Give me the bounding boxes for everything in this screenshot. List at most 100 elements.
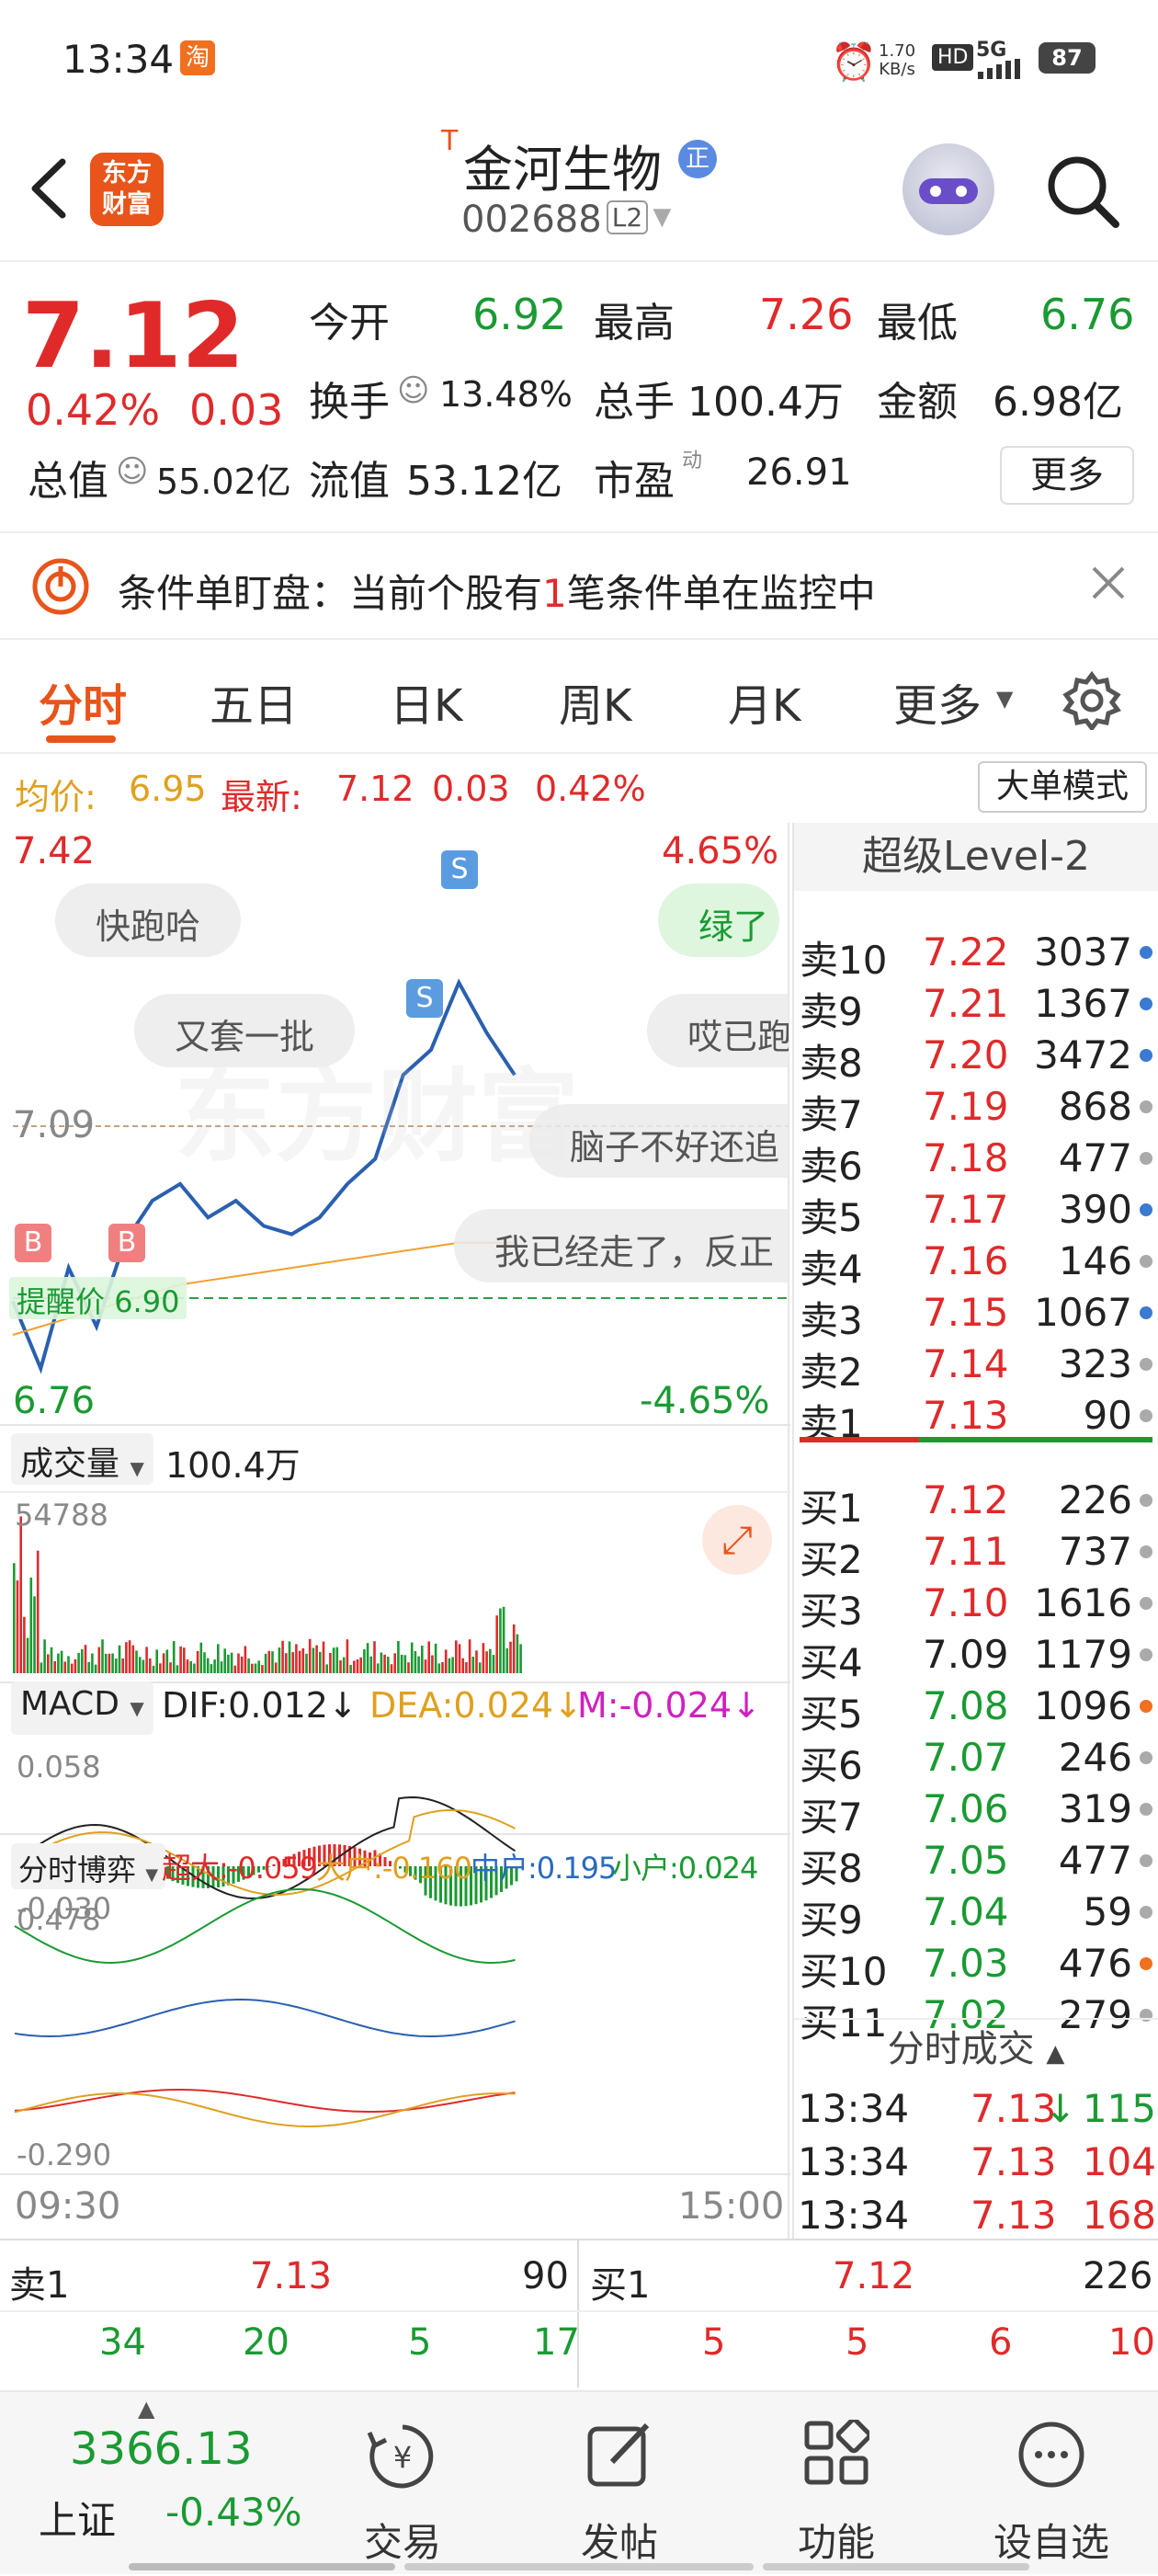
comment-bubble[interactable]: 我已经走了，反正 bbox=[454, 1209, 789, 1282]
search-icon[interactable] bbox=[1044, 153, 1121, 234]
bid1-label: 买1 bbox=[590, 2255, 650, 2308]
bid-row[interactable]: 买87.05477 bbox=[794, 1834, 1158, 1886]
bid-row[interactable]: 买17.12226 bbox=[794, 1474, 1158, 1525]
more-quote-button[interactable]: 更多 bbox=[1000, 446, 1134, 505]
tick-trades-header[interactable]: 分时成交 ▲ bbox=[794, 2018, 1158, 2077]
volume-bar bbox=[74, 1659, 77, 1673]
big-order-mode-button[interactable]: 大单模式 bbox=[978, 761, 1147, 813]
more-circle-icon bbox=[1016, 2420, 1086, 2493]
ask-row[interactable]: 卖67.18477 bbox=[794, 1132, 1158, 1183]
close-icon[interactable] bbox=[1090, 564, 1127, 605]
volume-bar bbox=[142, 1660, 145, 1674]
bid-row[interactable]: 买37.101616 bbox=[794, 1577, 1158, 1628]
gear-icon[interactable] bbox=[1062, 671, 1121, 734]
ask1-volume: 90 bbox=[522, 2255, 569, 2297]
volume-bar bbox=[309, 1639, 312, 1673]
comment-bubble[interactable]: 又套一批 bbox=[134, 994, 355, 1067]
remind-price-tag[interactable]: 提醒价 6.90 bbox=[9, 1277, 187, 1319]
bid-row[interactable]: 买97.0459 bbox=[794, 1886, 1158, 1937]
order-price: 7.20 bbox=[923, 1032, 1009, 1077]
buy-marker[interactable]: B bbox=[108, 1224, 145, 1262]
intraday-chart-area[interactable]: 7.42 7.09 6.76 4.65% -4.65% 东方财富 提醒价 6.9… bbox=[0, 823, 790, 2239]
ask-row[interactable]: 卖37.151067 bbox=[794, 1286, 1158, 1338]
sell-marker[interactable]: S bbox=[441, 850, 478, 889]
bid-row[interactable]: 买67.07246 bbox=[794, 1731, 1158, 1783]
index-ticker[interactable]: ▲ 3366.13 上证 -0.43% bbox=[0, 2392, 340, 2576]
order-dot-icon bbox=[1140, 1203, 1152, 1216]
chevron-up-icon: ▲ bbox=[138, 2396, 154, 2422]
ask-row[interactable]: 卖47.16146 bbox=[794, 1235, 1158, 1286]
tick-trade-row: 13:347.13168 bbox=[794, 2189, 1158, 2240]
robot-assistant-icon[interactable] bbox=[903, 143, 994, 235]
comment-bubble[interactable]: 脑子不好还追 bbox=[529, 1104, 789, 1178]
comment-bubble[interactable]: 哎已跑 bbox=[647, 994, 789, 1067]
volume-bar bbox=[87, 1662, 90, 1673]
comment-bubble[interactable]: 快跑哈 bbox=[55, 883, 241, 957]
bid-queue-num: 10 bbox=[1108, 2321, 1155, 2364]
order-volume: 477 bbox=[1059, 1838, 1132, 1883]
nav-add-watchlist[interactable]: 设自选 bbox=[941, 2392, 1158, 2576]
sell-marker[interactable]: S bbox=[406, 979, 443, 1018]
info-icon[interactable]: ☺ bbox=[116, 453, 148, 490]
expand-icon[interactable]: ⤢ bbox=[702, 1505, 772, 1575]
tab-week-k[interactable]: 周K bbox=[559, 669, 631, 734]
low-value: 6.76 bbox=[1040, 290, 1134, 339]
tab-day-k[interactable]: 日K bbox=[390, 669, 462, 734]
chevron-down-icon: ▼ bbox=[653, 203, 671, 231]
scroll-indicator bbox=[763, 2563, 1029, 2570]
bid-row[interactable]: 买107.03476 bbox=[794, 1937, 1158, 1989]
nav-trade[interactable]: ¥ 交易 bbox=[292, 2392, 513, 2576]
nav-function[interactable]: 功能 bbox=[726, 2392, 947, 2576]
eastmoney-logo[interactable]: 东方财富 bbox=[90, 153, 164, 226]
ask-row[interactable]: 卖57.17390 bbox=[794, 1183, 1158, 1235]
comment-bubble[interactable]: 绿了 bbox=[658, 883, 779, 957]
mktcap-value: 55.02亿 bbox=[156, 453, 291, 504]
ask-row[interactable]: 卖77.19868 bbox=[794, 1080, 1158, 1132]
macd-indicator-select[interactable]: MACD ▼ bbox=[11, 1681, 153, 1735]
volume-bar bbox=[367, 1643, 369, 1673]
bid-row[interactable]: 买77.06319 bbox=[794, 1783, 1158, 1834]
game-indicator-select[interactable]: 分时博弈 ▼ bbox=[11, 1843, 165, 1889]
order-volume: 90 bbox=[1084, 1393, 1132, 1438]
nav-post[interactable]: 发帖 bbox=[509, 2392, 730, 2576]
back-button[interactable] bbox=[26, 156, 72, 224]
ask-row[interactable]: 卖17.1390 bbox=[794, 1389, 1158, 1441]
volume-bar bbox=[377, 1663, 380, 1673]
ask-row[interactable]: 卖97.211367 bbox=[794, 977, 1158, 1029]
tab-month-k[interactable]: 月K bbox=[728, 669, 800, 734]
volume-bar bbox=[257, 1660, 260, 1673]
bid-row[interactable]: 买57.081096 bbox=[794, 1680, 1158, 1731]
index-value: 3366.13 bbox=[70, 2423, 253, 2475]
chevron-down-icon: ▼ bbox=[996, 686, 1013, 712]
volume-bar bbox=[380, 1653, 383, 1674]
order-book-title[interactable]: 超级Level-2 bbox=[794, 823, 1158, 891]
ask-row[interactable]: 卖107.223037 bbox=[794, 926, 1158, 977]
stock-title[interactable]: T 金河生物 正 bbox=[441, 125, 735, 189]
tab-five-day[interactable]: 五日 bbox=[210, 669, 298, 734]
tab-intraday[interactable]: 分时 bbox=[39, 669, 127, 734]
ask-row[interactable]: 卖87.203472 bbox=[794, 1029, 1158, 1080]
bid-row[interactable]: 买47.091179 bbox=[794, 1628, 1158, 1680]
stock-code-row[interactable]: 002688 L2 ▼ bbox=[461, 199, 671, 245]
order-dot-icon bbox=[1140, 1100, 1152, 1113]
volume-bar bbox=[30, 1578, 33, 1673]
buy-marker[interactable]: B bbox=[15, 1224, 51, 1262]
order-price: 7.11 bbox=[923, 1529, 1009, 1574]
order-dot-icon bbox=[1140, 1255, 1152, 1268]
order-volume: 390 bbox=[1059, 1187, 1132, 1232]
order-volume: 319 bbox=[1059, 1786, 1132, 1831]
tick-trade-row: 13:347.13104 bbox=[794, 2136, 1158, 2187]
order-price: 7.21 bbox=[923, 981, 1009, 1026]
tab-more[interactable]: 更多 bbox=[893, 669, 982, 734]
volume-bar bbox=[305, 1654, 308, 1673]
pe-label: 市盈 bbox=[594, 448, 675, 507]
ask-row[interactable]: 卖27.14323 bbox=[794, 1338, 1158, 1389]
condition-order-banner[interactable]: 条件单盯盘：当前个股有1笔条件单在监控中 bbox=[0, 531, 1158, 640]
game-small: 小户:0.024 bbox=[612, 1845, 787, 1887]
info-icon[interactable]: ☺ bbox=[397, 372, 429, 409]
volume-bar bbox=[77, 1653, 80, 1673]
bid-row[interactable]: 买27.11737 bbox=[794, 1525, 1158, 1577]
volume-bar bbox=[153, 1666, 155, 1673]
volume-indicator-select[interactable]: 成交量 ▼ bbox=[11, 1433, 153, 1485]
volume-bar bbox=[325, 1664, 328, 1673]
